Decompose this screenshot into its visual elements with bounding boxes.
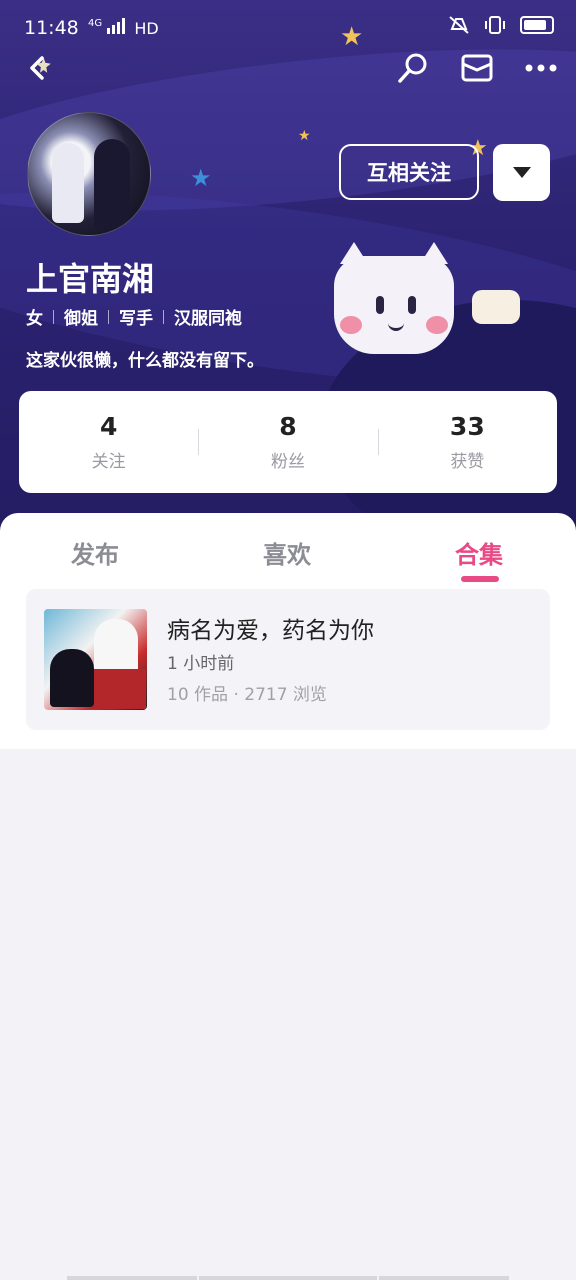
active-tab-indicator: [461, 576, 499, 582]
star-decoration: ★: [190, 164, 212, 192]
tag: 写手: [119, 309, 153, 329]
back-button[interactable]: [22, 48, 62, 88]
avatar[interactable]: [27, 112, 151, 236]
more-icon: [525, 64, 557, 72]
hd-indicator: HD: [134, 19, 159, 38]
stat-label: 获赞: [450, 452, 485, 472]
chevron-down-icon: [512, 166, 531, 178]
tab-likes[interactable]: 喜欢: [263, 535, 311, 570]
battery-icon: [520, 16, 554, 34]
collection-cover: [44, 609, 147, 710]
cat-illustration: [334, 242, 454, 354]
search-button[interactable]: [393, 48, 433, 88]
stat-value: 33: [449, 412, 485, 441]
stat-followers[interactable]: 8 粉丝: [198, 391, 377, 493]
tab-posts[interactable]: 发布: [71, 535, 119, 570]
stat-label: 粉丝: [270, 452, 305, 472]
mutual-follow-button[interactable]: 互相关注: [339, 144, 479, 200]
collection-meta: 10 作品 · 2717 浏览: [167, 685, 327, 705]
status-time: 11:48: [24, 17, 79, 39]
stat-value: 8: [279, 412, 297, 441]
content-sheet: 发布 喜欢 合集 病名为爱，药名为你 1 小时前 10 作品 · 2717 浏览: [0, 513, 576, 749]
vibrate-icon: [485, 16, 505, 34]
nav-hint: [379, 1276, 509, 1280]
stat-following[interactable]: 4 关注: [19, 391, 198, 493]
tag: 女: [26, 309, 43, 329]
collection-title: 病名为爱，药名为你: [167, 618, 374, 644]
profile-tags: 女 御姐 写手 汉服同袍: [26, 304, 242, 329]
signal-icon: [107, 18, 126, 34]
stat-label: 关注: [91, 452, 126, 472]
collection-time: 1 小时前: [167, 654, 235, 674]
stats-panel: 4 关注 8 粉丝 33 获赞: [19, 391, 557, 493]
collection-card[interactable]: 病名为爱，药名为你 1 小时前 10 作品 · 2717 浏览: [26, 589, 550, 730]
tag: 御姐: [64, 309, 98, 329]
star-decoration: ★: [298, 128, 311, 144]
message-button[interactable]: [457, 48, 497, 88]
search-icon: [398, 53, 427, 83]
back-icon: [30, 56, 51, 80]
profile-bio: 这家伙很懒，什么都没有留下。: [26, 351, 264, 371]
tab-bar: 发布 喜欢 合集: [0, 513, 576, 585]
more-button[interactable]: [521, 48, 561, 88]
stat-value: 4: [99, 412, 118, 441]
more-options-button[interactable]: [493, 144, 550, 201]
nav-hint: [199, 1276, 377, 1280]
mute-icon: [449, 16, 469, 34]
status-network: 4G HD: [88, 18, 159, 38]
profile-name: 上官南湘: [26, 260, 155, 298]
kitten-illustration: [472, 290, 520, 324]
mail-icon: [461, 54, 493, 82]
tab-collections[interactable]: 合集: [455, 535, 503, 570]
stat-likes[interactable]: 33 获赞: [377, 391, 557, 493]
network-type: 4G: [88, 18, 103, 29]
nav-hint: [67, 1276, 197, 1280]
tag: 汉服同袍: [174, 309, 242, 329]
